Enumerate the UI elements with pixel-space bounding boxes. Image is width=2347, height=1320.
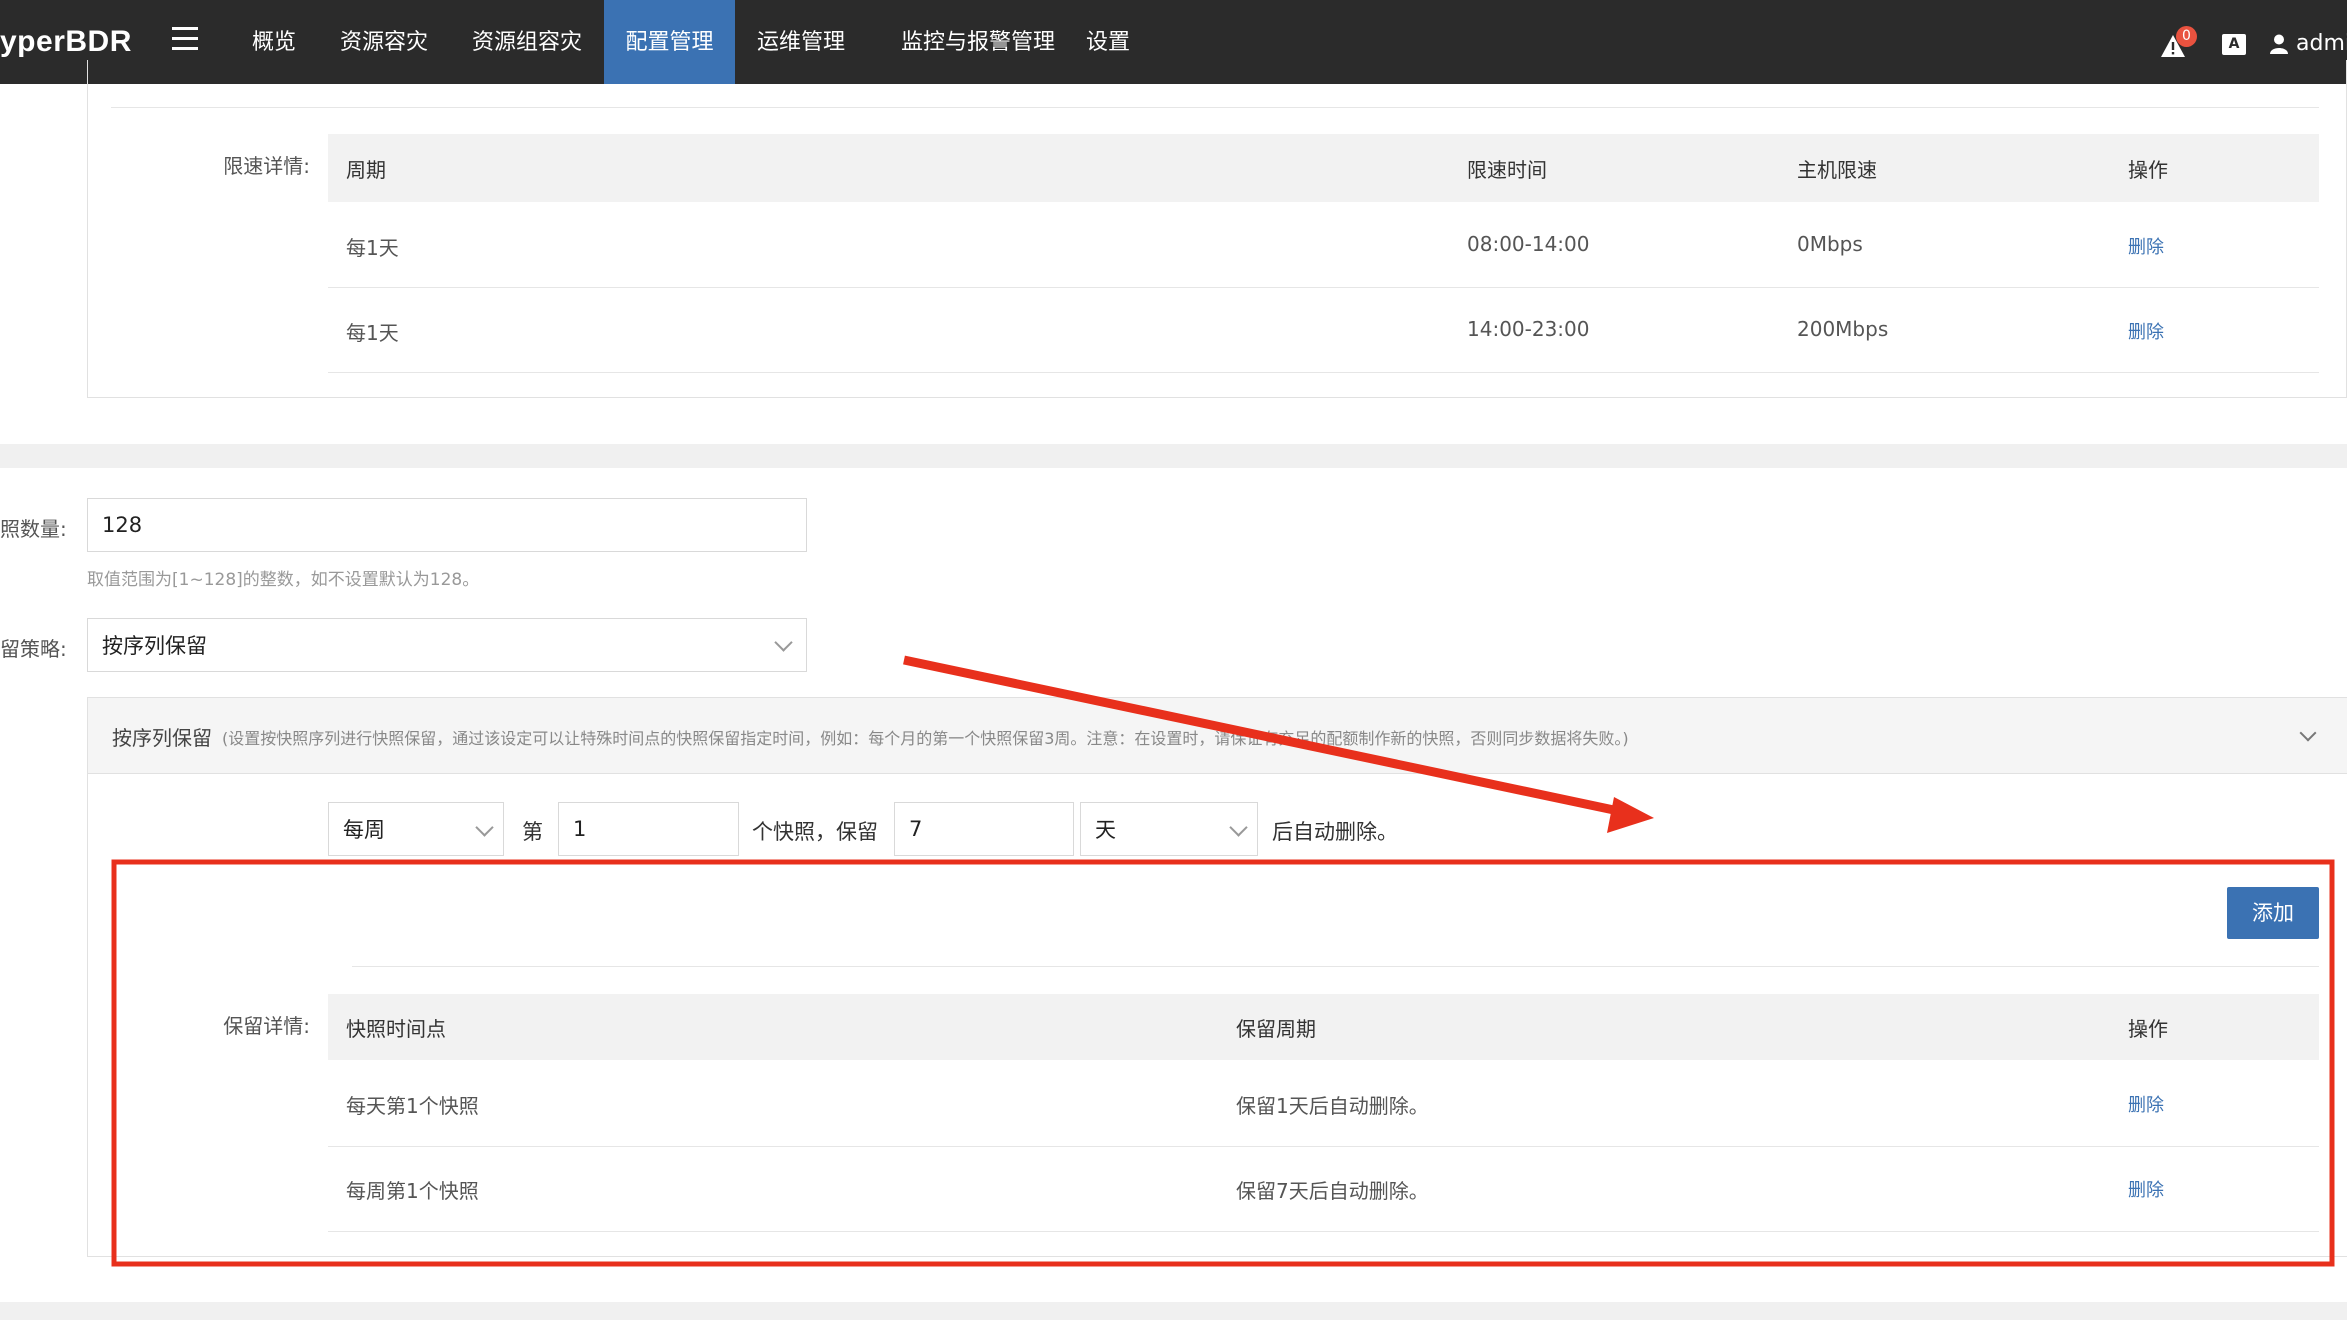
highlight-box xyxy=(111,859,2335,1267)
annotation-overlay xyxy=(111,655,2335,1267)
annotation-arrowhead xyxy=(1607,797,1654,833)
annotation-arrow-shaft xyxy=(903,655,1629,818)
